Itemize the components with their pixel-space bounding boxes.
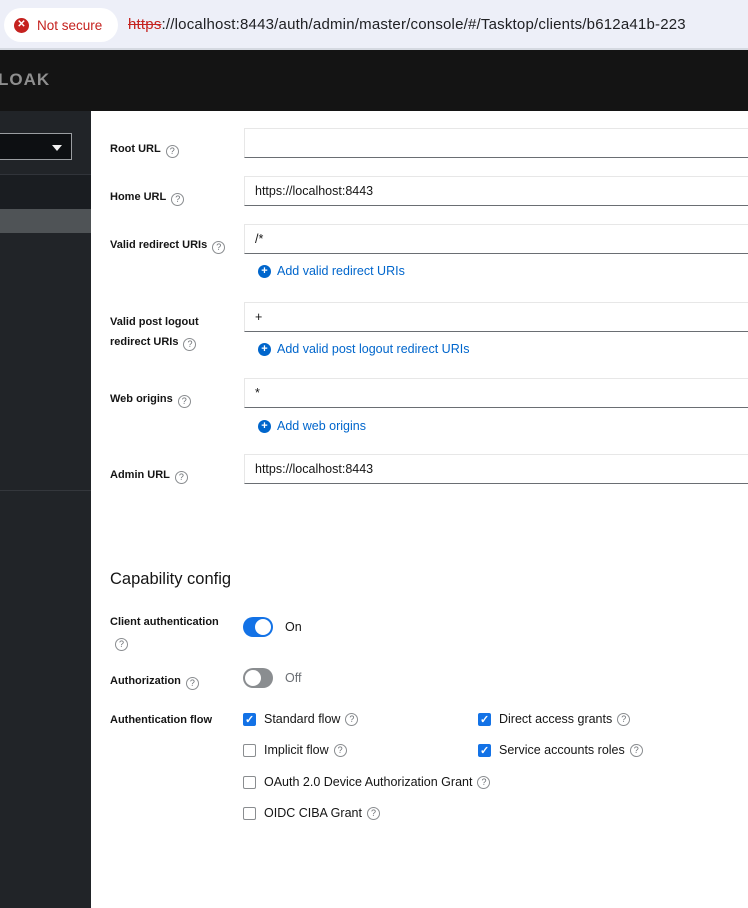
- client-authentication-state: On: [285, 620, 302, 634]
- help-icon[interactable]: ?: [366, 806, 380, 820]
- not-secure-badge[interactable]: ✕ Not secure: [4, 8, 119, 42]
- root-url-input[interactable]: [244, 128, 748, 158]
- url-scheme-struck: https: [128, 15, 162, 33]
- browser-address-bar[interactable]: ✕ Not secure https://localhost:8443/auth…: [0, 0, 748, 50]
- help-icon[interactable]: ?: [171, 193, 185, 206]
- web-origins-input[interactable]: [244, 378, 748, 408]
- oauth-device-authorization-grant-checkbox[interactable]: [243, 775, 256, 789]
- service-accounts-roles-checkbox[interactable]: [478, 743, 491, 757]
- client-authentication-toggle[interactable]: [243, 617, 273, 637]
- help-icon[interactable]: ?: [617, 712, 631, 726]
- sidebar-item[interactable]: [0, 175, 91, 209]
- chevron-down-icon: [52, 145, 62, 151]
- checkbox-row: Implicit flow ?: [243, 742, 347, 758]
- home-url-input[interactable]: [244, 176, 748, 206]
- direct-access-grants-checkbox[interactable]: [478, 712, 491, 726]
- help-icon[interactable]: ?: [165, 145, 179, 158]
- help-icon[interactable]: ?: [477, 775, 491, 789]
- checkbox-row: OAuth 2.0 Device Authorization Grant ?: [243, 774, 491, 790]
- valid-redirect-uris-label: Valid redirect URIs?: [110, 235, 232, 255]
- checkbox-row: Service accounts roles ?: [478, 742, 643, 758]
- sidebar: [0, 111, 91, 908]
- help-icon[interactable]: ?: [183, 338, 197, 351]
- help-icon[interactable]: ?: [174, 471, 188, 484]
- authorization-state: Off: [285, 671, 302, 685]
- sidebar-divider: [0, 490, 91, 491]
- oidc-ciba-grant-checkbox[interactable]: [243, 806, 256, 820]
- sidebar-item-selected[interactable]: [0, 209, 91, 233]
- client-settings-form: Root URL? Home URL? Valid redirect URIs?…: [91, 111, 748, 908]
- help-icon[interactable]: ?: [629, 743, 643, 757]
- not-secure-icon: ✕: [14, 17, 29, 33]
- url-rest: ://localhost:8443/auth/admin/master/cons…: [161, 15, 686, 33]
- checkbox-row: OIDC CIBA Grant ?: [243, 805, 380, 821]
- help-icon[interactable]: ?: [185, 677, 199, 690]
- plus-circle-icon: +: [258, 264, 271, 278]
- help-icon[interactable]: ?: [212, 241, 226, 254]
- toggle-knob: [245, 670, 261, 686]
- home-url-label: Home URL?: [110, 187, 232, 207]
- authorization-label: Authorization?: [110, 671, 232, 691]
- valid-post-logout-redirect-uris-label: Valid post logout redirect URIs?: [110, 316, 199, 351]
- implicit-flow-checkbox[interactable]: [243, 743, 256, 757]
- screen: ✕ Not secure https://localhost:8443/auth…: [0, 0, 748, 908]
- client-authentication-label: Client authentication?: [110, 616, 219, 651]
- help-icon[interactable]: ?: [333, 743, 347, 757]
- capability-config-heading: Capability config: [110, 570, 232, 588]
- authorization-toggle[interactable]: [243, 668, 273, 688]
- admin-url-input[interactable]: [244, 454, 748, 484]
- admin-url-label: Admin URL?: [110, 465, 232, 485]
- url-text[interactable]: https://localhost:8443/auth/admin/master…: [128, 0, 686, 48]
- keycloak-logo-fragment: LOAK: [0, 70, 51, 89]
- add-valid-redirect-uris-button[interactable]: + Add valid redirect URIs: [258, 263, 405, 279]
- web-origins-label: Web origins?: [110, 389, 232, 409]
- help-icon[interactable]: ?: [345, 712, 359, 726]
- realm-selector-dropdown[interactable]: [0, 133, 72, 160]
- help-icon[interactable]: ?: [177, 395, 191, 408]
- add-web-origins-button[interactable]: + Add web origins: [258, 418, 366, 434]
- authentication-flow-label: Authentication flow: [110, 714, 213, 726]
- valid-redirect-uris-input[interactable]: [244, 224, 748, 254]
- checkbox-row: Standard flow ?: [243, 711, 359, 727]
- plus-circle-icon: +: [258, 419, 271, 433]
- standard-flow-checkbox[interactable]: [243, 712, 256, 726]
- valid-post-logout-redirect-uris-input[interactable]: [244, 302, 748, 332]
- checkbox-row: Direct access grants ?: [478, 711, 631, 727]
- not-secure-label: Not secure: [37, 17, 103, 33]
- add-valid-post-logout-redirect-uris-button[interactable]: + Add valid post logout redirect URIs: [258, 341, 469, 357]
- root-url-label: Root URL?: [110, 139, 232, 159]
- toggle-knob: [255, 619, 271, 635]
- app-header: LOAK: [0, 50, 748, 111]
- help-icon[interactable]: ?: [115, 638, 128, 651]
- plus-circle-icon: +: [258, 342, 271, 356]
